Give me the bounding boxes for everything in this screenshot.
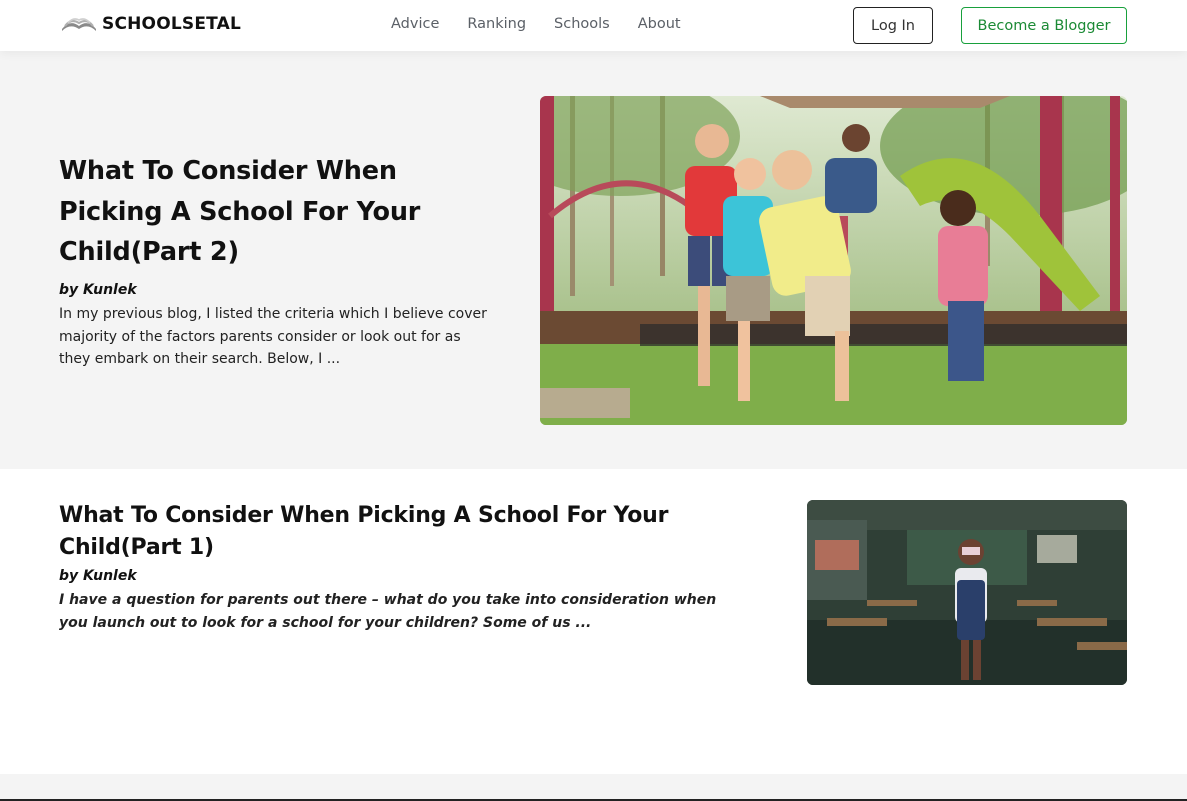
brand-logo[interactable]: SCHOOLSETAL bbox=[60, 13, 241, 35]
post-card: What To Consider When Picking A School F… bbox=[0, 469, 1187, 774]
become-blogger-button[interactable]: Become a Blogger bbox=[961, 7, 1127, 44]
post-image[interactable] bbox=[807, 500, 1127, 685]
featured-post-author: by Kunlek bbox=[59, 282, 137, 298]
children-playground-illustration bbox=[540, 96, 1127, 425]
featured-post-excerpt: In my previous blog, I listed the criter… bbox=[59, 306, 487, 367]
nav-schools[interactable]: Schools bbox=[554, 16, 610, 32]
featured-post-title[interactable]: What To Consider When Picking A School F… bbox=[59, 151, 479, 273]
post-title[interactable]: What To Consider When Picking A School F… bbox=[59, 500, 764, 564]
post-author: by Kunlek bbox=[59, 568, 137, 584]
main-nav: Advice Ranking Schools About bbox=[391, 16, 681, 32]
open-book-icon bbox=[62, 18, 96, 31]
site-header: SCHOOLSETAL Advice Ranking Schools About… bbox=[0, 0, 1187, 51]
featured-post-image[interactable] bbox=[540, 96, 1127, 425]
brand-name: SCHOOLSETAL bbox=[102, 14, 242, 34]
featured-post: What To Consider When Picking A School F… bbox=[0, 51, 1187, 469]
post-excerpt: I have a question for parents out there … bbox=[59, 592, 717, 631]
footer-band bbox=[0, 774, 1187, 801]
classroom-girl-illustration bbox=[807, 500, 1127, 685]
nav-ranking[interactable]: Ranking bbox=[467, 16, 526, 32]
nav-advice[interactable]: Advice bbox=[391, 16, 439, 32]
login-button[interactable]: Log In bbox=[853, 7, 933, 44]
nav-about[interactable]: About bbox=[638, 16, 681, 32]
